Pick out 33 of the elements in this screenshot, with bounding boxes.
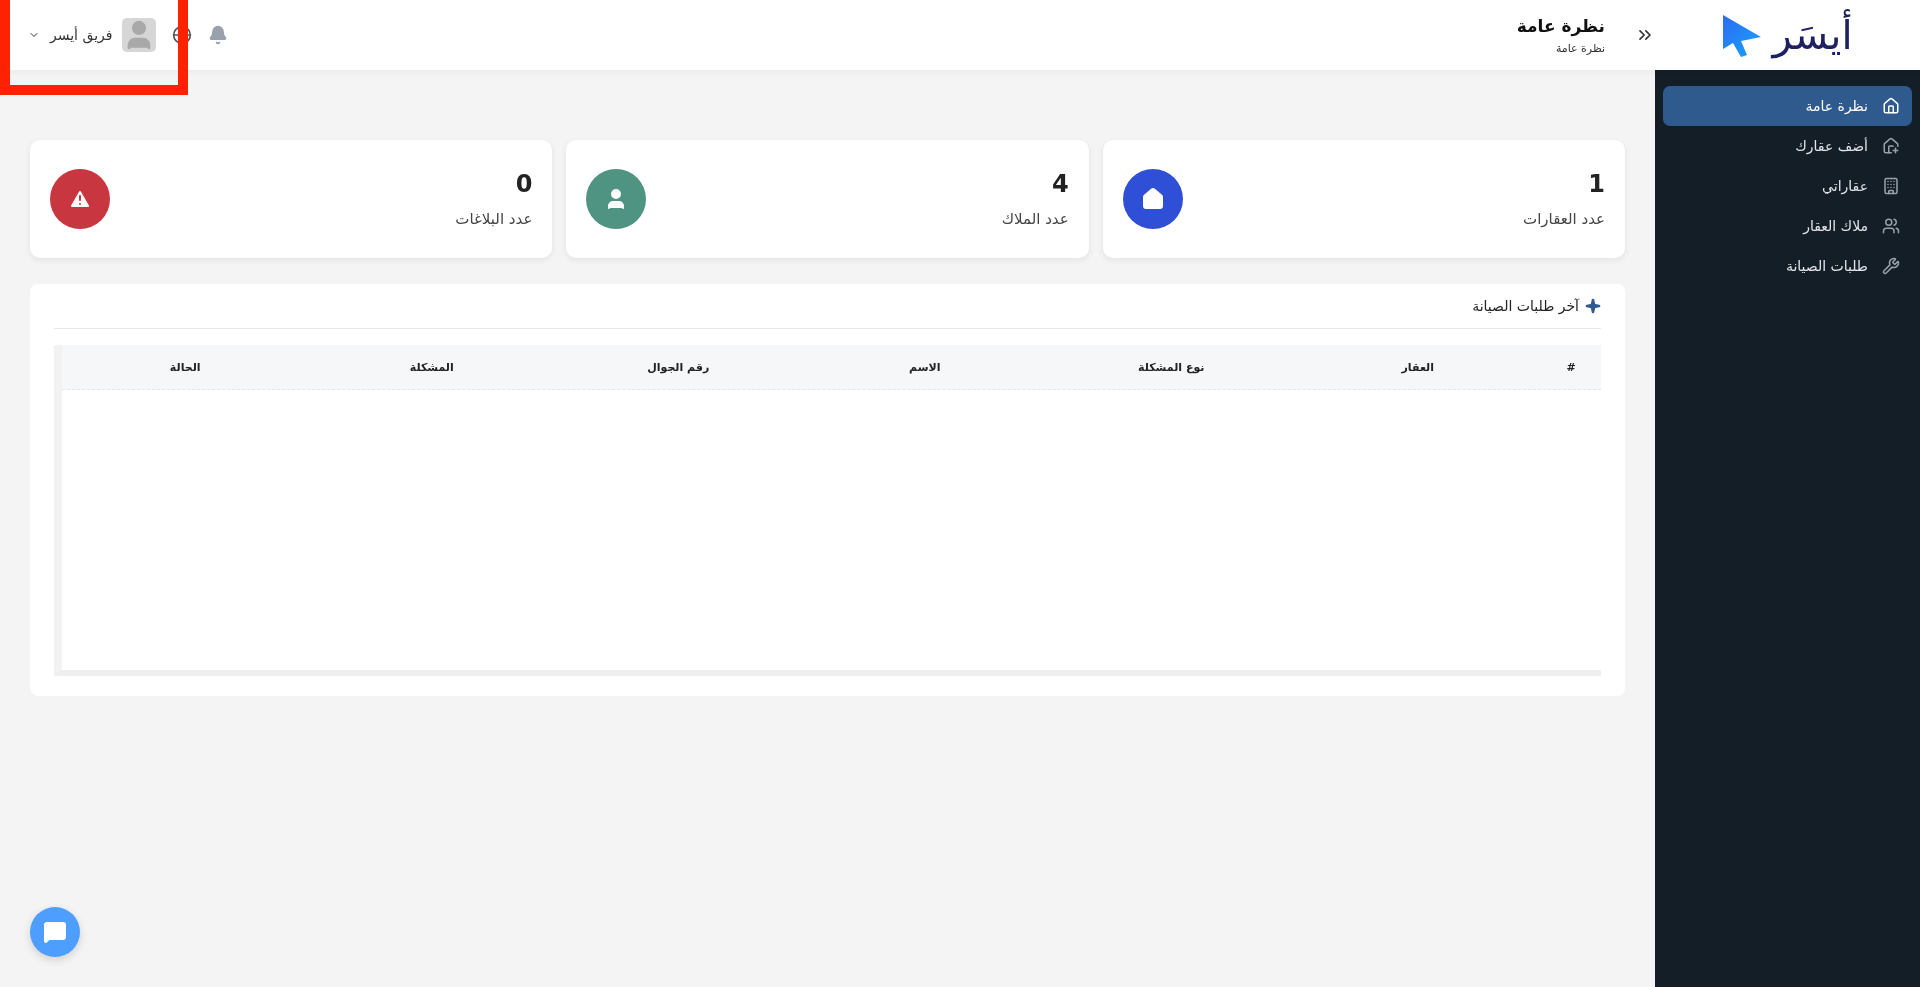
wrench-icon <box>1882 257 1900 275</box>
breadcrumb: نظرة عامة <box>1554 41 1605 55</box>
building-icon <box>1882 177 1900 195</box>
stat-value: 0 <box>514 170 533 198</box>
globe-icon[interactable] <box>172 25 193 45</box>
column-header: # <box>1565 360 1577 374</box>
sidebar-item[interactable]: أضف عقارك <box>1663 126 1912 166</box>
users-icon <box>1882 217 1900 235</box>
sidebar-item[interactable]: عقاراتي <box>1663 166 1912 206</box>
house-plus-icon <box>1882 137 1900 155</box>
notification-bell-icon[interactable] <box>208 25 229 45</box>
column-header: الحالة <box>168 360 202 374</box>
avatar-icon <box>122 18 157 52</box>
panel-title: آخر طلبات الصيانة <box>1472 298 1579 314</box>
column-header: رقم الجوال <box>646 360 711 374</box>
sidebar-item[interactable]: طلبات الصيانة <box>1663 246 1912 286</box>
column-header: العقار <box>1400 360 1435 374</box>
column-header: الاسم <box>908 360 942 374</box>
chat-button[interactable] <box>30 907 80 957</box>
sidebar-item[interactable]: ملاك العقار <box>1663 206 1912 246</box>
sparkle-icon <box>1585 298 1601 314</box>
home-icon <box>1882 97 1900 115</box>
sidebar-item[interactable]: نظرة عامة <box>1663 86 1912 126</box>
logo-text: أيسَر <box>1768 5 1857 65</box>
stat-label: عدد البلاغات <box>455 210 533 228</box>
chat-bubble-icon <box>43 920 67 944</box>
page-title: نظرة عامة <box>1516 15 1605 36</box>
stat-label: عدد الملاك <box>1001 210 1069 228</box>
stat-label: عدد العقارات <box>1523 210 1605 228</box>
column-header: نوع المشكلة <box>1137 360 1206 374</box>
column-header: المشكلة <box>408 360 455 374</box>
stat-value: 1 <box>1587 170 1605 198</box>
stat-value: 4 <box>1050 170 1069 198</box>
